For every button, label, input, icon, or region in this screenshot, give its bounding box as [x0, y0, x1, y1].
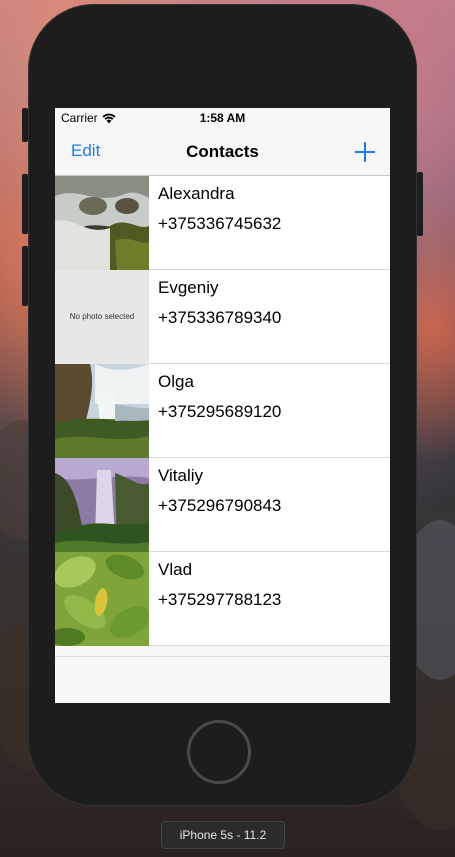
waterfall-purple-photo — [55, 458, 149, 552]
navigation-bar: Edit Contacts — [55, 128, 390, 176]
no-photo-placeholder: No photo selected — [55, 270, 149, 364]
contact-phone: +375295689120 — [158, 402, 282, 421]
no-photo-label: No photo selected — [69, 312, 135, 321]
wifi-icon — [102, 113, 116, 123]
device-label: iPhone 5s - 11.2 — [161, 821, 285, 849]
contact-phone: +375336789340 — [158, 308, 282, 327]
contact-name: Olga — [158, 372, 194, 391]
contact-row[interactable]: Vlad +375297788123 — [55, 552, 390, 646]
contact-row[interactable]: Alexandra +375336745632 — [55, 176, 390, 270]
contact-row[interactable]: No photo selected Evgeniy +375336789340 — [55, 270, 390, 364]
contact-phone: +375297788123 — [158, 590, 282, 609]
app-screen: Carrier 1:58 AM Edit Contacts Alexandra … — [55, 108, 390, 703]
contact-phone: +375296790843 — [158, 496, 282, 515]
contact-name: Alexandra — [158, 184, 235, 203]
contact-name: Vlad — [158, 560, 193, 579]
contact-name: Vitaliy — [158, 466, 204, 485]
waterfall-rocks-photo — [55, 176, 149, 270]
bottom-toolbar — [55, 657, 390, 703]
waterfall-cliff-photo — [55, 364, 149, 458]
carrier-label: Carrier — [61, 111, 98, 125]
mute-switch[interactable] — [22, 108, 28, 142]
power-button[interactable] — [417, 172, 423, 236]
list-footer-gap — [55, 646, 390, 657]
contact-row[interactable]: Olga +375295689120 — [55, 364, 390, 458]
contact-name: Evgeniy — [158, 278, 219, 297]
volume-down-button[interactable] — [22, 246, 28, 306]
status-bar: Carrier 1:58 AM — [55, 108, 390, 128]
home-button[interactable] — [187, 720, 251, 784]
page-title: Contacts — [186, 142, 259, 161]
contact-phone: +375336745632 — [158, 214, 282, 233]
contacts-list: Alexandra +375336745632 No photo selecte… — [55, 176, 390, 646]
green-leaves-photo — [55, 552, 149, 646]
volume-up-button[interactable] — [22, 174, 28, 234]
contact-row[interactable]: Vitaliy +375296790843 — [55, 458, 390, 552]
plus-icon[interactable] — [354, 141, 376, 163]
